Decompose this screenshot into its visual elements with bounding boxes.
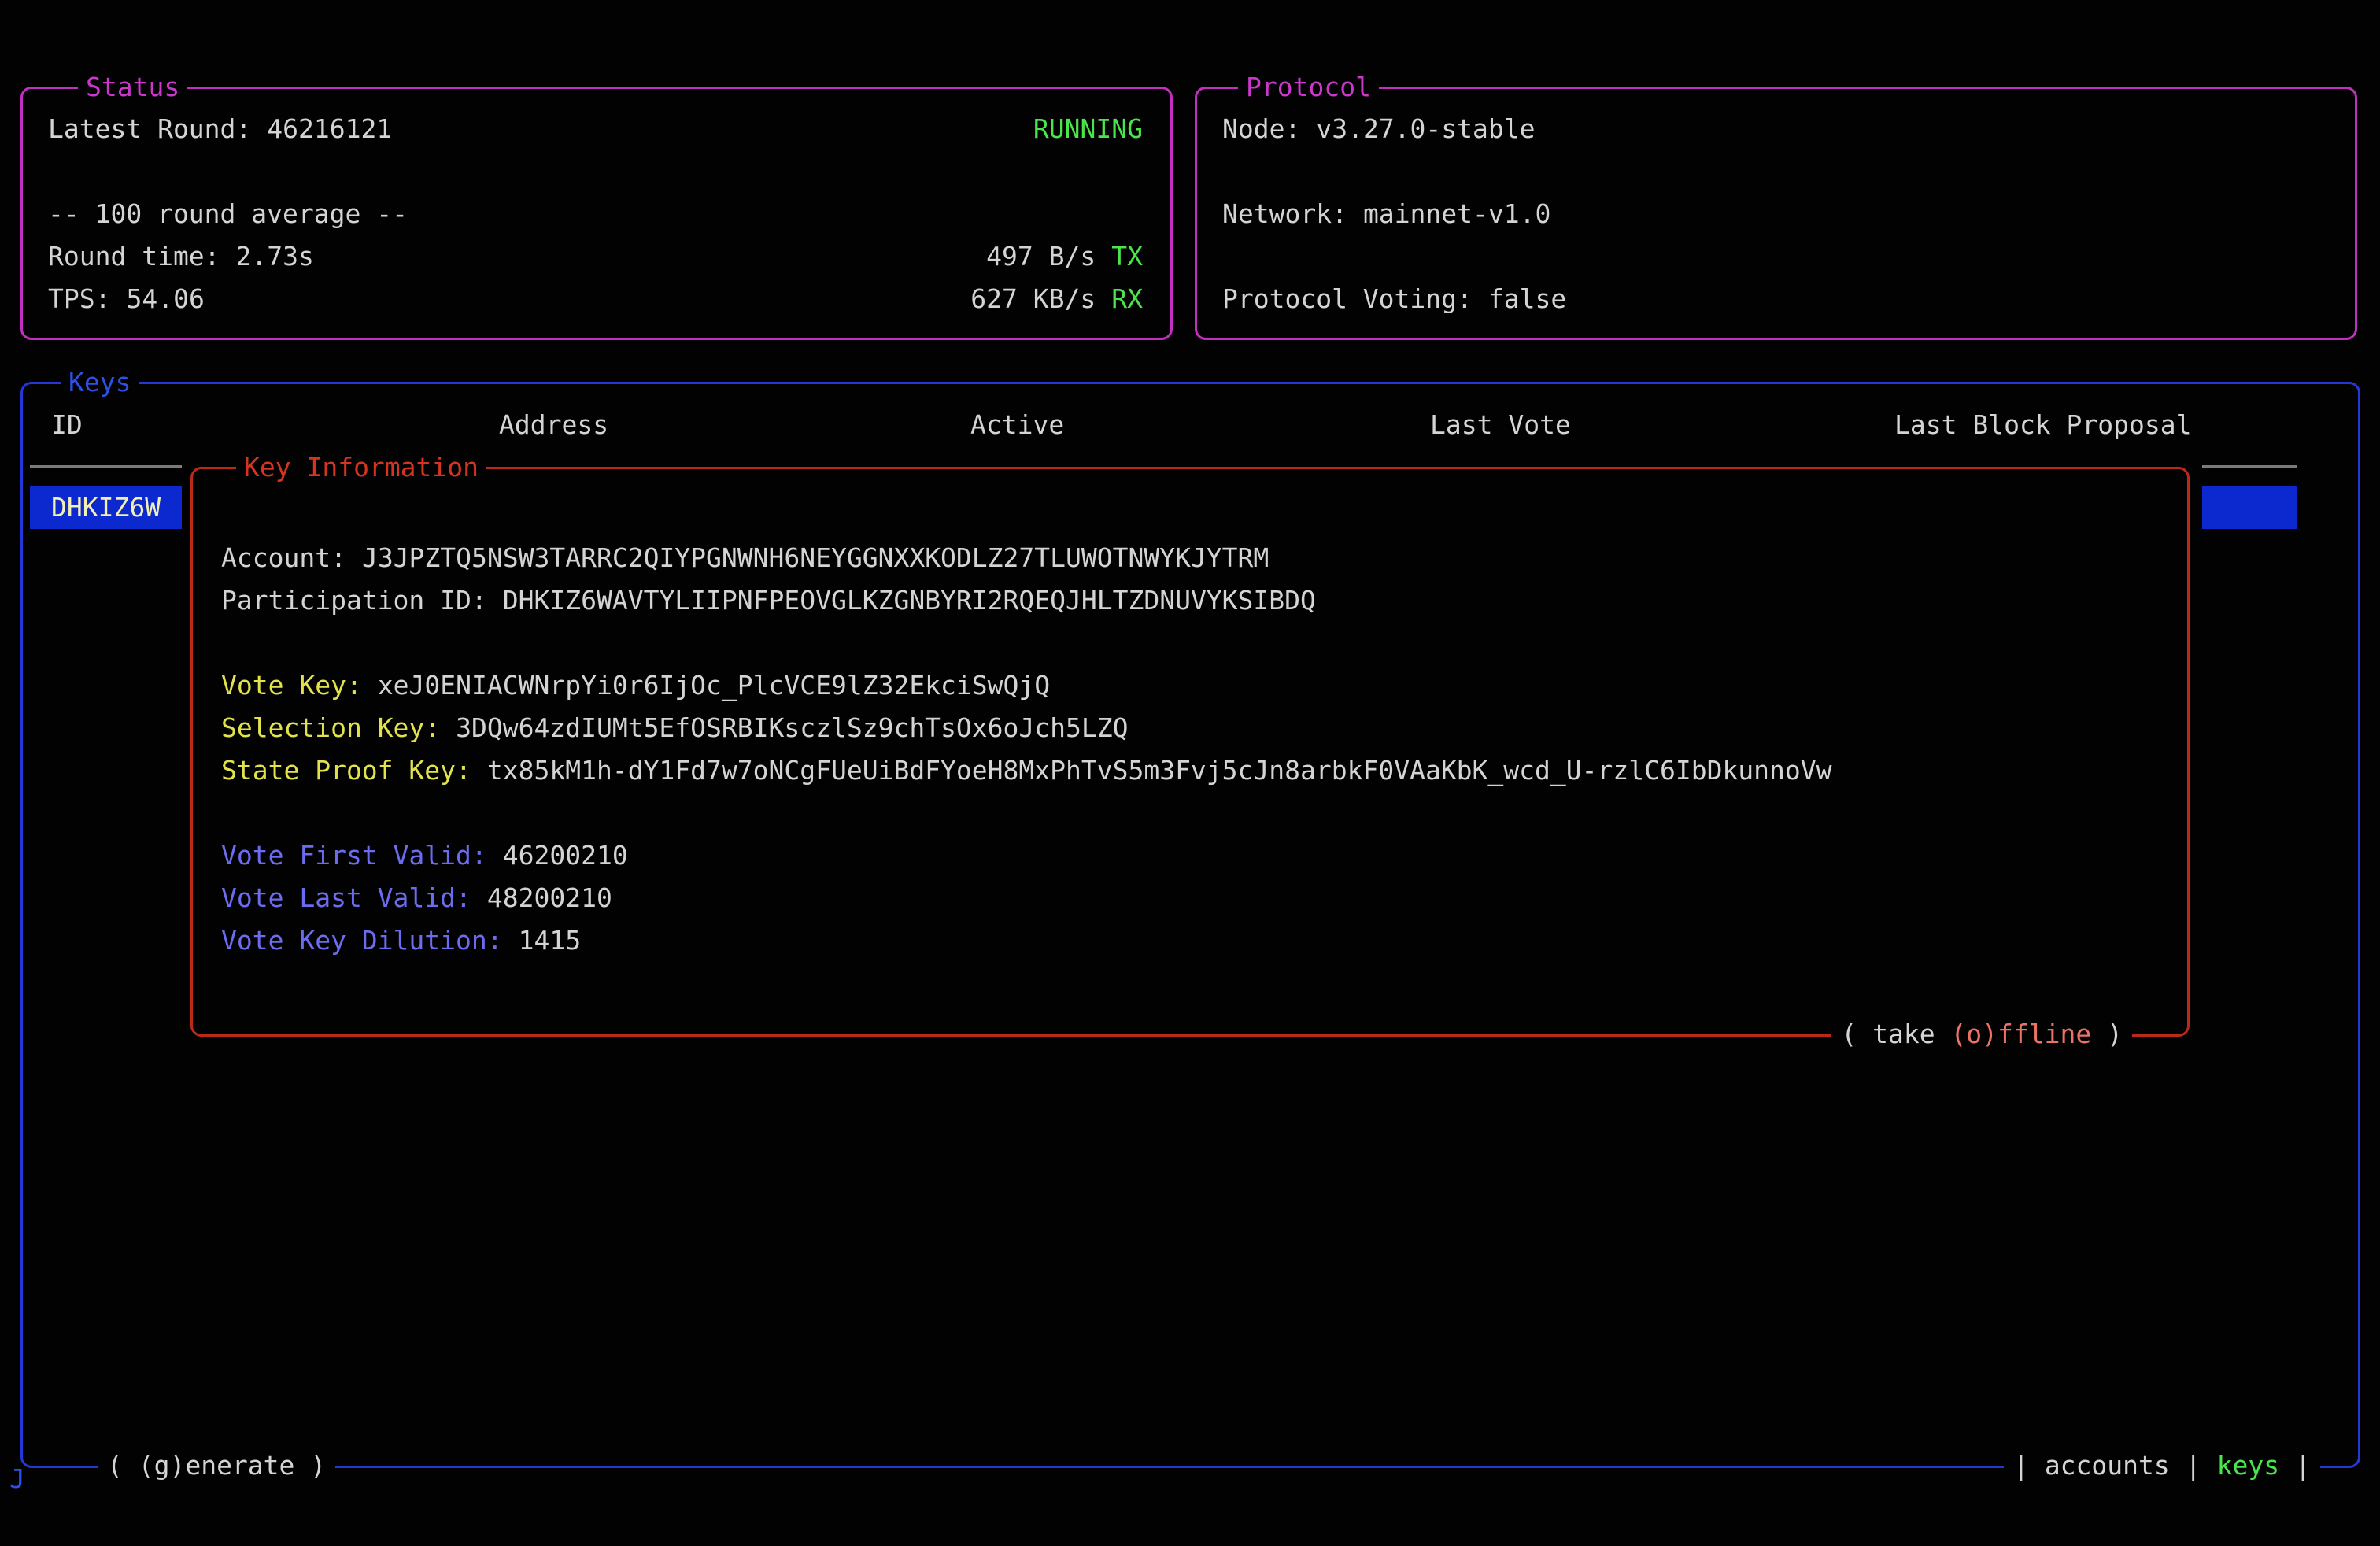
vote-last-valid-value: 48200210 (487, 882, 612, 913)
header-separator-right (2202, 465, 2297, 468)
tx-unit-label: TX (1111, 241, 1143, 272)
blank-line (221, 792, 2187, 834)
node-value: v3.27.0-stable (1316, 113, 1535, 144)
tab-accounts[interactable]: accounts (2045, 1450, 2170, 1481)
take-offline-suffix: ) (2091, 1019, 2123, 1049)
state-proof-key-line: State Proof Key: tx85kM1h-dY1Fd7w7oNCgFUe… (221, 749, 2187, 792)
vote-first-valid-line: Vote First Valid: 46200210 (221, 834, 2187, 877)
vote-key-dilution-value: 1415 (519, 925, 581, 956)
protocol-panel-content: Node: v3.27.0-stable Network: mainnet-v1.0… (1197, 89, 2355, 320)
latest-round: Latest Round: 46216121 (48, 108, 392, 150)
round-time-line: Round time: 2.73s 497 B/s TX (48, 235, 1143, 278)
vote-first-valid-label: Vote First Valid: (221, 840, 487, 871)
stray-corner-glyph: J (9, 1458, 25, 1500)
status-panel-content: Latest Round: 46216121 RUNNING -- 100 rou… (23, 89, 1170, 320)
blank-line (221, 622, 2187, 664)
blank-line (48, 150, 1143, 193)
selected-row-id-cell: DHKIZ6W (30, 492, 161, 523)
key-information-modal-title: Key Information (236, 446, 486, 489)
rx-rate-value: 627 KB/s (970, 283, 1096, 314)
state-proof-key-label: State Proof Key: (221, 755, 471, 786)
status-panel: Status Latest Round:46216121 RUNNING -- … (20, 87, 1173, 340)
vote-last-valid-line: Vote Last Valid: 48200210 (221, 877, 2187, 919)
run-state-badge: RUNNING (1033, 108, 1143, 150)
selection-key-value: 3DQw64zdIUMt5EfOSRBIKsczlSz9chTsOx6oJch5… (456, 712, 1128, 743)
view-tabs: | accounts | keys | (2004, 1444, 2320, 1487)
network: Network: mainnet-v1.0 (1222, 193, 1550, 235)
keys-panel-title: Keys (61, 361, 139, 404)
tab-separator: | (2013, 1450, 2029, 1481)
key-information-content: Account: J3JPZTQ5NSW3TARRC2QIYPGNWNH6NEYG… (193, 469, 2187, 962)
participation-id-line: Participation ID: DHKIZ6WAVTYLIIPNFPEOVGL… (221, 579, 2187, 622)
column-header-address: Address (499, 404, 608, 446)
protocol-voting: Protocol Voting: false (1222, 278, 1566, 320)
vote-key-dilution-line: Vote Key Dilution: 1415 (221, 919, 2187, 962)
rx-rate-group: 627 KB/s RX (970, 278, 1143, 320)
round-time-label: Round time: (48, 241, 220, 272)
protocol-voting-value: false (1488, 283, 1566, 314)
table-row-selected-right-segment[interactable] (2202, 486, 2297, 529)
network-label: Network: (1222, 198, 1347, 229)
selection-key-line: Selection Key: 3DQw64zdIUMt5EfOSRBIKsczlS… (221, 707, 2187, 749)
vote-first-valid-value: 46200210 (503, 840, 628, 871)
column-header-last-vote: Last Vote (1430, 404, 1571, 446)
vote-key-line: Vote Key: xeJ0ENIACWNrpYi0r6IjOc_PlcVCE9l… (221, 664, 2187, 707)
state-proof-key-value: tx85kM1h-dY1Fd7w7oNCgFUeUiBdFYoeH8MxPhTv… (487, 755, 1832, 786)
tab-keys[interactable]: keys (2217, 1450, 2279, 1481)
tab-separator: | (2295, 1450, 2311, 1481)
participation-id-value: DHKIZ6WAVTYLIIPNFPEOVGLKZGNBYRI2RQEQJHLT… (503, 585, 1316, 616)
take-offline-button[interactable]: ( take (o)ffline ) (1831, 1013, 2132, 1056)
protocol-voting-label: Protocol Voting: (1222, 283, 1473, 314)
account-label: Account: (221, 542, 346, 573)
vote-key-value: xeJ0ENIACWNrpYi0r6IjOc_PlcVCE9lZ32EkciSw… (378, 670, 1050, 701)
take-offline-prefix: ( take (1841, 1019, 1950, 1049)
network-line: Network: mainnet-v1.0 (1222, 193, 2327, 235)
latest-round-value: 46216121 (267, 113, 392, 144)
column-header-id: ID (51, 404, 83, 446)
latest-round-label: Latest Round: (48, 113, 251, 144)
protocol-panel: Protocol Node:v3.27.0-stable Network:mai… (1195, 87, 2357, 340)
participation-id-label: Participation ID: (221, 585, 487, 616)
column-header-active: Active (970, 404, 1064, 446)
node-version: Node: v3.27.0-stable (1222, 108, 1536, 150)
node-line: Node: v3.27.0-stable (1222, 108, 2327, 150)
vote-key-dilution-label: Vote Key Dilution: (221, 925, 503, 956)
tx-rate-value: 497 B/s (986, 241, 1096, 272)
take-offline-hotkey: (o)ffline (1950, 1019, 2091, 1049)
average-header: -- 100 round average -- (48, 193, 408, 235)
rx-unit-label: RX (1111, 283, 1143, 314)
status-panel-title: Status (78, 66, 187, 109)
tab-separator: | (2186, 1450, 2201, 1481)
account-value: J3JPZTQ5NSW3TARRC2QIYPGNWNH6NEYGGNXXKODL… (362, 542, 1269, 573)
account-line: Account: J3JPZTQ5NSW3TARRC2QIYPGNWNH6NEYG… (221, 537, 2187, 579)
tps-line: TPS: 54.06 627 KB/s RX (48, 278, 1143, 320)
node-label: Node: (1222, 113, 1300, 144)
tx-rate-group: 497 B/s TX (986, 235, 1143, 278)
generate-button[interactable]: ( (g)enerate ) (98, 1444, 335, 1487)
tps-value: 54.06 (126, 283, 204, 314)
vote-last-valid-label: Vote Last Valid: (221, 882, 471, 913)
header-separator-left (30, 465, 182, 468)
blank-line (1222, 150, 2327, 193)
column-header-last-block-proposal: Last Block Proposal (1894, 404, 2192, 446)
latest-round-line: Latest Round: 46216121 RUNNING (48, 108, 1143, 150)
tps-label: TPS: (48, 283, 110, 314)
vote-key-label: Vote Key: (221, 670, 362, 701)
tps: TPS: 54.06 (48, 278, 205, 320)
average-header-line: -- 100 round average -- (48, 193, 1143, 235)
network-value: mainnet-v1.0 (1363, 198, 1550, 229)
key-information-modal: Key Information Account:J3JPZTQ5NSW3TARR… (190, 467, 2190, 1037)
protocol-voting-line: Protocol Voting: false (1222, 278, 2327, 320)
terminal-screen: { "status_panel": { "title": "Status", "… (0, 0, 2380, 1546)
protocol-panel-title: Protocol (1238, 66, 1379, 109)
round-time-value: 2.73s (236, 241, 314, 272)
round-time: Round time: 2.73s (48, 235, 314, 278)
selection-key-label: Selection Key: (221, 712, 440, 743)
blank-line (1222, 235, 2327, 278)
table-row-selected[interactable]: DHKIZ6W (30, 486, 182, 529)
